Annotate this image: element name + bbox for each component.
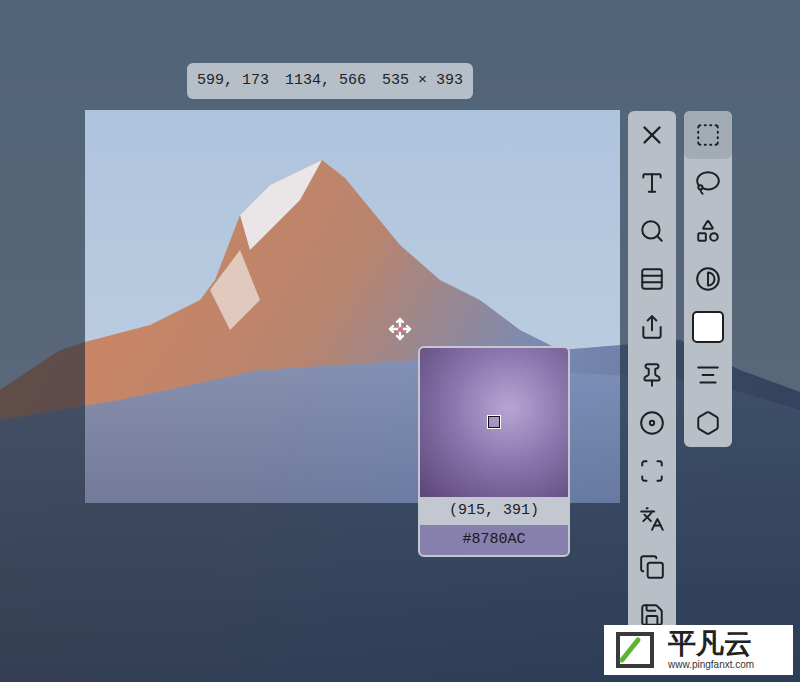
pixel-coords: (915, 391) [420,497,568,525]
toolbar-button[interactable] [628,495,676,543]
rectangle-select-icon [695,122,721,148]
shape-toolbar [684,111,732,447]
shape-tool-button[interactable] [684,111,732,159]
screenshot-canvas: 599, 173 1134, 566 535 × 393 (915, 391)#878… [0,0,800,682]
share-icon [639,314,665,340]
align-icon [695,362,721,388]
zoom-view [420,348,568,497]
frame-icon [639,458,665,484]
pin-icon [639,362,665,388]
toolbar-button[interactable] [628,399,676,447]
watermark-name: 平凡云 [668,629,754,659]
magnifier: (915, 391)#8780AC [418,346,570,557]
action-toolbar [628,111,676,651]
shape-tool-button[interactable] [684,399,732,447]
color-swatch[interactable] [692,311,724,343]
copy-icon [639,554,665,580]
toolbar-button[interactable] [628,351,676,399]
shape-tool-button[interactable] [684,255,732,303]
end-coords: 1134, 566 [285,71,366,91]
search-icon [639,218,665,244]
toolbar-button[interactable] [628,111,676,159]
ocr-target-icon [639,410,665,436]
watermark: 平凡云www.pingfanxt.com [604,625,793,675]
toolbar-button[interactable] [628,543,676,591]
contrast-icon [695,266,721,292]
toolbar-button[interactable] [628,303,676,351]
text-icon [639,170,665,196]
hexagon-icon [695,410,721,436]
shape-tool-button[interactable] [684,351,732,399]
toolbar-button[interactable] [628,159,676,207]
watermark-url: www.pingfanxt.com [668,659,754,671]
toolbar-button[interactable] [628,207,676,255]
toolbar-button[interactable] [628,447,676,495]
pixel-color: #8780AC [420,525,568,555]
shapes-icon [695,218,721,244]
selection-size: 535 × 393 [382,71,463,91]
pixel-cursor [488,416,500,428]
translate-icon [639,506,665,532]
start-coords: 599, 173 [197,71,269,91]
toolbar-button[interactable] [628,255,676,303]
lasso-icon [695,170,721,196]
shape-tool-button[interactable] [684,303,732,351]
logo-icon [612,630,660,670]
scroll-capture-icon [639,266,665,292]
shape-tool-button[interactable] [684,207,732,255]
selection-info-label: 599, 173 1134, 566 535 × 393 [187,63,473,99]
close-icon [637,120,667,150]
move-cursor [388,317,412,341]
shape-tool-button[interactable] [684,159,732,207]
